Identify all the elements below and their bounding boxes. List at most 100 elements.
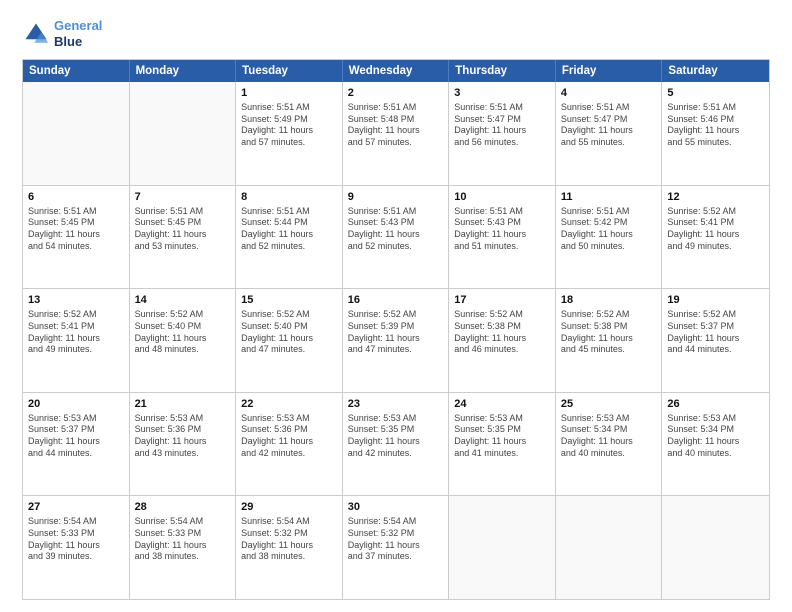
day-number: 21 [135, 397, 231, 412]
cell-line: and 54 minutes. [28, 241, 124, 253]
cell-line: Daylight: 11 hours [28, 436, 124, 448]
calendar-row-2: 6Sunrise: 5:51 AMSunset: 5:45 PMDaylight… [23, 185, 769, 289]
header-day-tuesday: Tuesday [236, 60, 343, 82]
cell-line: and 47 minutes. [241, 344, 337, 356]
day-number: 19 [667, 293, 764, 308]
cell-line: and 40 minutes. [561, 448, 657, 460]
cell-line: Sunset: 5:36 PM [241, 424, 337, 436]
day-cell-19: 19Sunrise: 5:52 AMSunset: 5:37 PMDayligh… [662, 289, 769, 392]
day-number: 1 [241, 86, 337, 101]
day-number: 6 [28, 190, 124, 205]
cell-line: Sunset: 5:43 PM [348, 217, 444, 229]
day-cell-15: 15Sunrise: 5:52 AMSunset: 5:40 PMDayligh… [236, 289, 343, 392]
cell-line: Sunrise: 5:52 AM [28, 309, 124, 321]
cell-line: Daylight: 11 hours [241, 229, 337, 241]
cell-line: Sunset: 5:40 PM [241, 321, 337, 333]
day-number: 30 [348, 500, 444, 515]
cell-line: Sunset: 5:41 PM [28, 321, 124, 333]
day-number: 13 [28, 293, 124, 308]
cell-line: Sunrise: 5:51 AM [454, 206, 550, 218]
cell-line: and 49 minutes. [28, 344, 124, 356]
cell-line: Daylight: 11 hours [348, 125, 444, 137]
empty-cell [449, 496, 556, 599]
day-number: 22 [241, 397, 337, 412]
day-number: 2 [348, 86, 444, 101]
header-day-sunday: Sunday [23, 60, 130, 82]
cell-line: Daylight: 11 hours [241, 436, 337, 448]
day-cell-1: 1Sunrise: 5:51 AMSunset: 5:49 PMDaylight… [236, 82, 343, 185]
day-cell-3: 3Sunrise: 5:51 AMSunset: 5:47 PMDaylight… [449, 82, 556, 185]
cell-line: Daylight: 11 hours [667, 436, 764, 448]
cell-line: Daylight: 11 hours [241, 125, 337, 137]
cell-line: Sunset: 5:42 PM [561, 217, 657, 229]
cell-line: and 46 minutes. [454, 344, 550, 356]
cell-line: Daylight: 11 hours [135, 229, 231, 241]
cell-line: Daylight: 11 hours [348, 540, 444, 552]
cell-line: Sunset: 5:48 PM [348, 114, 444, 126]
day-number: 24 [454, 397, 550, 412]
cell-line: Sunrise: 5:53 AM [454, 413, 550, 425]
calendar-row-3: 13Sunrise: 5:52 AMSunset: 5:41 PMDayligh… [23, 288, 769, 392]
cell-line: Daylight: 11 hours [28, 540, 124, 552]
cell-line: and 56 minutes. [454, 137, 550, 149]
cell-line: Sunset: 5:38 PM [561, 321, 657, 333]
day-cell-22: 22Sunrise: 5:53 AMSunset: 5:36 PMDayligh… [236, 393, 343, 496]
day-cell-28: 28Sunrise: 5:54 AMSunset: 5:33 PMDayligh… [130, 496, 237, 599]
day-cell-29: 29Sunrise: 5:54 AMSunset: 5:32 PMDayligh… [236, 496, 343, 599]
cell-line: and 37 minutes. [348, 551, 444, 563]
cell-line: Sunset: 5:35 PM [454, 424, 550, 436]
day-cell-9: 9Sunrise: 5:51 AMSunset: 5:43 PMDaylight… [343, 186, 450, 289]
day-number: 15 [241, 293, 337, 308]
day-number: 7 [135, 190, 231, 205]
day-cell-5: 5Sunrise: 5:51 AMSunset: 5:46 PMDaylight… [662, 82, 769, 185]
cell-line: and 53 minutes. [135, 241, 231, 253]
cell-line: Sunrise: 5:51 AM [135, 206, 231, 218]
cell-line: Daylight: 11 hours [348, 229, 444, 241]
day-number: 20 [28, 397, 124, 412]
cell-line: and 57 minutes. [348, 137, 444, 149]
cell-line: Daylight: 11 hours [667, 125, 764, 137]
cell-line: Sunset: 5:34 PM [667, 424, 764, 436]
cell-line: Sunset: 5:37 PM [667, 321, 764, 333]
day-cell-11: 11Sunrise: 5:51 AMSunset: 5:42 PMDayligh… [556, 186, 663, 289]
day-cell-24: 24Sunrise: 5:53 AMSunset: 5:35 PMDayligh… [449, 393, 556, 496]
day-cell-2: 2Sunrise: 5:51 AMSunset: 5:48 PMDaylight… [343, 82, 450, 185]
calendar-row-4: 20Sunrise: 5:53 AMSunset: 5:37 PMDayligh… [23, 392, 769, 496]
cell-line: Sunrise: 5:51 AM [561, 102, 657, 114]
cell-line: Sunrise: 5:53 AM [667, 413, 764, 425]
cell-line: Sunset: 5:45 PM [135, 217, 231, 229]
cell-line: Sunrise: 5:52 AM [454, 309, 550, 321]
day-cell-14: 14Sunrise: 5:52 AMSunset: 5:40 PMDayligh… [130, 289, 237, 392]
empty-cell [556, 496, 663, 599]
cell-line: Sunrise: 5:51 AM [561, 206, 657, 218]
cell-line: and 42 minutes. [348, 448, 444, 460]
header-day-saturday: Saturday [662, 60, 769, 82]
day-cell-27: 27Sunrise: 5:54 AMSunset: 5:33 PMDayligh… [23, 496, 130, 599]
cell-line: and 49 minutes. [667, 241, 764, 253]
day-number: 27 [28, 500, 124, 515]
header-day-thursday: Thursday [449, 60, 556, 82]
cell-line: and 42 minutes. [241, 448, 337, 460]
cell-line: and 47 minutes. [348, 344, 444, 356]
cell-line: Daylight: 11 hours [561, 333, 657, 345]
day-number: 11 [561, 190, 657, 205]
day-cell-18: 18Sunrise: 5:52 AMSunset: 5:38 PMDayligh… [556, 289, 663, 392]
logo-icon [22, 20, 50, 48]
cell-line: Sunset: 5:36 PM [135, 424, 231, 436]
cell-line: and 52 minutes. [241, 241, 337, 253]
cell-line: Sunrise: 5:54 AM [28, 516, 124, 528]
cell-line: Daylight: 11 hours [667, 229, 764, 241]
logo: General Blue [22, 18, 102, 49]
cell-line: Sunrise: 5:51 AM [28, 206, 124, 218]
cell-line: Sunrise: 5:53 AM [241, 413, 337, 425]
cell-line: Sunrise: 5:51 AM [241, 206, 337, 218]
header: General Blue [22, 18, 770, 49]
cell-line: and 44 minutes. [667, 344, 764, 356]
day-cell-16: 16Sunrise: 5:52 AMSunset: 5:39 PMDayligh… [343, 289, 450, 392]
cell-line: Sunset: 5:32 PM [348, 528, 444, 540]
day-cell-4: 4Sunrise: 5:51 AMSunset: 5:47 PMDaylight… [556, 82, 663, 185]
cell-line: Sunset: 5:34 PM [561, 424, 657, 436]
cell-line: Daylight: 11 hours [561, 229, 657, 241]
empty-cell [662, 496, 769, 599]
cell-line: Daylight: 11 hours [454, 229, 550, 241]
